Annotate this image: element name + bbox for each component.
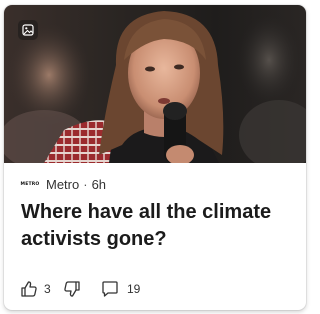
dislike-button[interactable] — [62, 278, 100, 300]
article-age: 6h — [91, 176, 107, 192]
comment-count: 19 — [127, 282, 141, 296]
comments-button[interactable]: 19 — [100, 278, 140, 300]
gallery-icon — [18, 20, 38, 40]
article-headline[interactable]: Where have all the climate activists gon… — [21, 199, 293, 253]
meta-separator: · — [83, 176, 88, 192]
like-button[interactable]: 3 — [19, 278, 62, 300]
thumbs-down-icon — [62, 279, 82, 299]
source-logo: METRO — [20, 181, 40, 187]
article-image[interactable] — [4, 5, 306, 163]
like-count: 3 — [44, 282, 51, 296]
article-meta: METRO Metro · 6h — [20, 175, 107, 193]
news-card[interactable]: METRO Metro · 6h Where have all the clim… — [4, 5, 306, 310]
thumbs-up-icon — [19, 279, 39, 299]
reaction-bar: 3 19 — [19, 278, 140, 300]
source-name[interactable]: Metro — [46, 177, 79, 192]
comment-icon — [100, 279, 120, 299]
